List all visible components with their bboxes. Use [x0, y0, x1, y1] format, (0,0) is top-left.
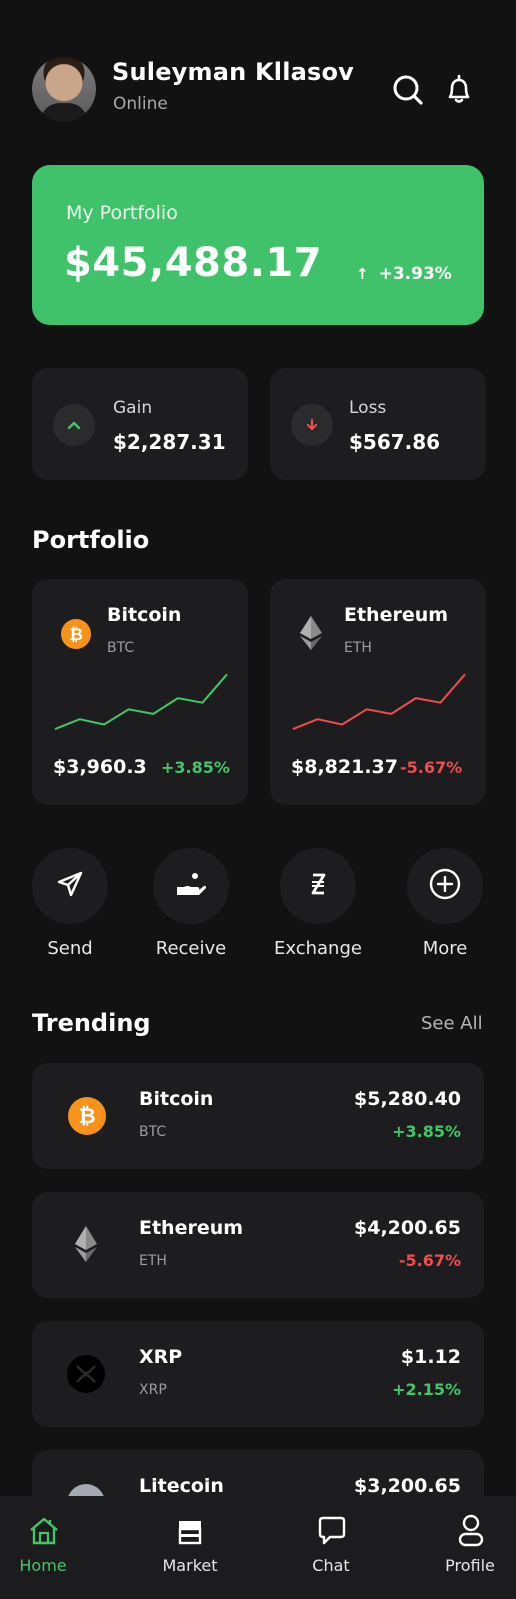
ethereum-sparkline — [292, 673, 466, 731]
svg-text:₿: ₿ — [69, 625, 83, 645]
more-button[interactable] — [407, 848, 483, 924]
send-button[interactable] — [32, 848, 108, 924]
arrow-up-icon: ↑ — [356, 265, 369, 283]
bell-icon[interactable] — [442, 73, 476, 107]
coin-change: -5.67% — [400, 758, 463, 777]
gain-label: Gain — [113, 398, 153, 418]
ethereum-icon — [73, 1224, 99, 1268]
trending-coin-name: Bitcoin — [139, 1088, 214, 1110]
exchange-icon — [306, 870, 330, 902]
loss-value: $567.86 — [349, 430, 441, 454]
trending-coin-name: Ethereum — [139, 1217, 244, 1239]
profile-icon[interactable] — [456, 1513, 486, 1551]
svg-text:₿: ₿ — [78, 1104, 95, 1128]
trending-coin-name: Litecoin — [139, 1475, 224, 1497]
coin-symbol: ETH — [344, 640, 372, 656]
trending-coin-symbol: BTC — [139, 1124, 167, 1140]
coin-change: +3.85% — [161, 758, 230, 777]
exchange-button[interactable] — [280, 848, 356, 924]
receive-button[interactable] — [153, 848, 229, 924]
coin-name: Bitcoin — [107, 604, 182, 626]
exchange-label: Exchange — [274, 938, 362, 959]
home-icon[interactable] — [28, 1515, 60, 1551]
coin-symbol: BTC — [107, 640, 135, 656]
market-icon[interactable] — [174, 1515, 206, 1551]
chat-icon[interactable] — [316, 1515, 348, 1551]
bitcoin-icon: ₿ — [61, 619, 91, 653]
search-icon[interactable] — [391, 73, 425, 107]
trending-coin-change: +3.85% — [392, 1122, 461, 1141]
loss-label: Loss — [349, 398, 387, 418]
trending-row-ethereum[interactable] — [32, 1192, 484, 1298]
chevron-up-icon — [53, 404, 95, 446]
ethereum-icon — [298, 614, 324, 656]
portfolio-section-title: Portfolio — [32, 526, 150, 554]
nav-chat-label[interactable]: Chat — [286, 1556, 376, 1575]
nav-market-label[interactable]: Market — [145, 1556, 235, 1575]
trending-coin-price: $5,280.40 — [354, 1088, 461, 1110]
trending-coin-price: $3,200.65 — [354, 1475, 461, 1497]
xrp-icon — [67, 1355, 105, 1397]
portfolio-change: ↑ +3.93% — [356, 264, 452, 284]
trending-coin-name: XRP — [139, 1346, 183, 1368]
receive-label: Receive — [155, 938, 227, 959]
plus-circle-icon — [428, 867, 462, 905]
nav-profile-label[interactable]: Profile — [425, 1556, 515, 1575]
send-icon — [56, 870, 84, 902]
sparkline-path — [54, 673, 228, 731]
trending-coin-price: $1.12 — [400, 1346, 461, 1368]
see-all-link[interactable]: See All — [421, 1013, 483, 1034]
portfolio-value: $45,488.17 — [64, 240, 323, 286]
portfolio-label: My Portfolio — [66, 202, 178, 224]
trending-coin-symbol: XRP — [139, 1382, 167, 1398]
nav-home-label[interactable]: Home — [0, 1556, 88, 1575]
avatar[interactable] — [32, 57, 96, 121]
gain-value: $2,287.31 — [113, 430, 226, 454]
coin-name: Ethereum — [344, 604, 449, 626]
more-label: More — [422, 938, 468, 959]
trending-coin-price: $4,200.65 — [354, 1217, 461, 1239]
user-name: Suleyman Kllasov — [112, 58, 355, 86]
receive-icon — [175, 870, 207, 902]
portfolio-change-value: +3.93% — [378, 264, 452, 284]
trending-coin-change: -5.67% — [398, 1251, 461, 1270]
bitcoin-sparkline — [54, 673, 228, 731]
trending-section-title: Trending — [32, 1009, 151, 1037]
send-label: Send — [47, 938, 93, 959]
coin-price: $8,821.37 — [291, 756, 398, 778]
user-status: Online — [113, 94, 168, 114]
bitcoin-icon: ₿ — [68, 1097, 106, 1139]
bottom-nav — [0, 1496, 516, 1599]
coin-price: $3,960.3 — [53, 756, 147, 778]
trending-coin-symbol: ETH — [139, 1253, 167, 1269]
sparkline-path — [292, 673, 466, 731]
trending-coin-change: +2.15% — [392, 1380, 461, 1399]
arrow-down-icon — [291, 404, 333, 446]
